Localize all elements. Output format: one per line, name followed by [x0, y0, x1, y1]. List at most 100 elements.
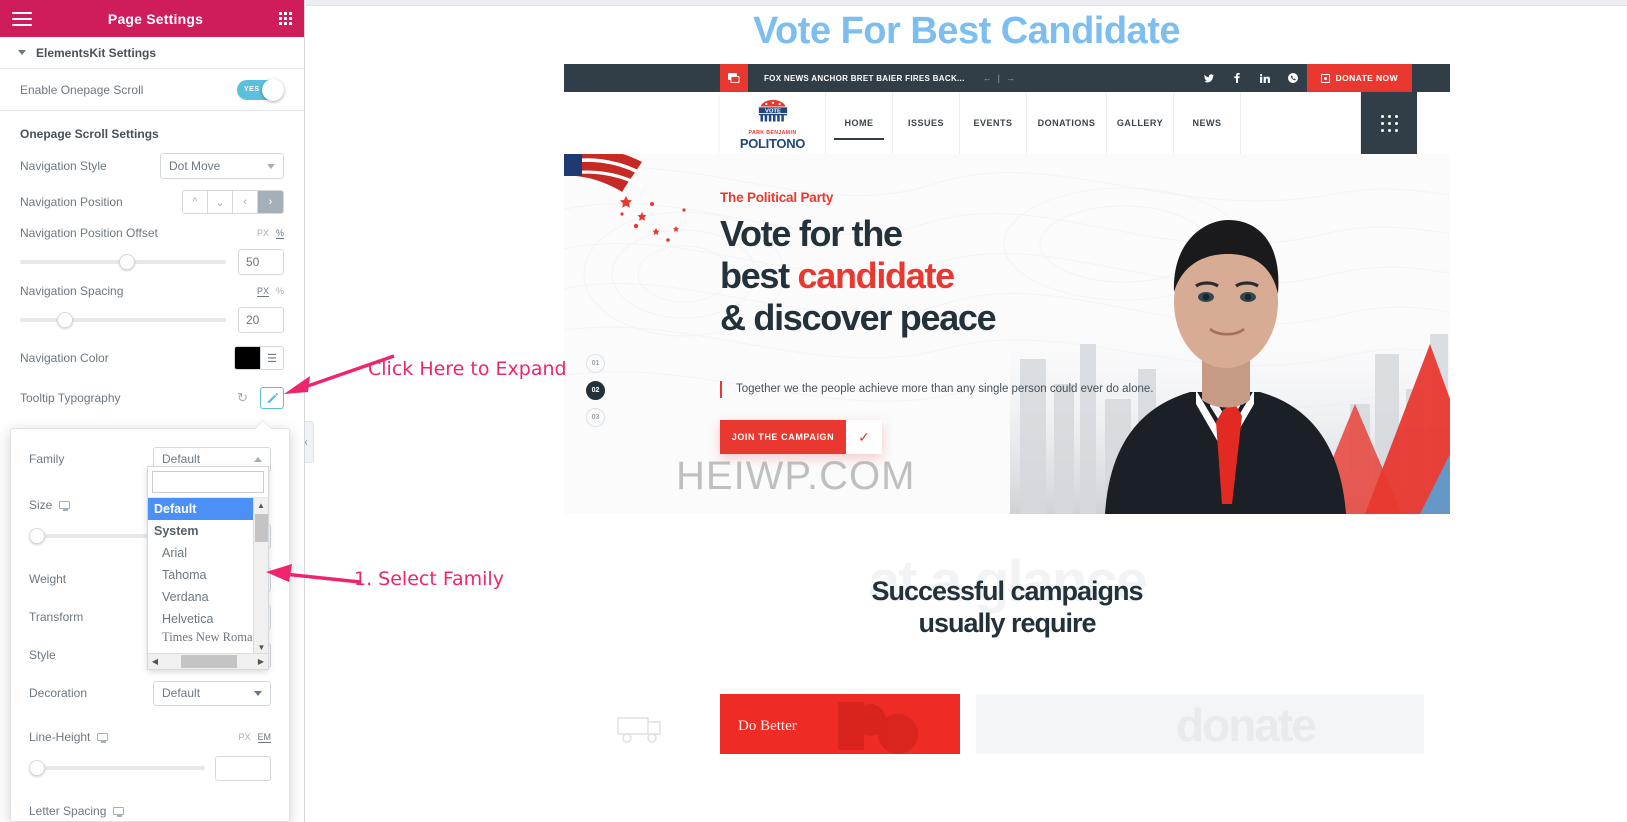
family-option-default[interactable]: Default: [148, 498, 268, 520]
hamburger-icon[interactable]: [12, 11, 32, 26]
nav-position-down-button[interactable]: ⌄: [208, 191, 233, 213]
decoration-value: Default: [162, 686, 201, 700]
nav-item-issues[interactable]: ISSUES: [893, 92, 960, 154]
glance-heading-line1: Successful campaigns: [871, 576, 1143, 606]
nav-position-right-button[interactable]: ›: [258, 191, 283, 213]
whatsapp-icon[interactable]: [1279, 64, 1307, 92]
news-chat-icon: [720, 64, 748, 92]
nav-item-donations[interactable]: DONATIONS: [1027, 92, 1107, 154]
campaign-card-gray[interactable]: donate: [976, 694, 1424, 754]
nav-position-left-button[interactable]: ‹: [233, 191, 258, 213]
slider-dot-01[interactable]: 01: [586, 354, 605, 373]
desktop-icon[interactable]: [97, 733, 109, 743]
section-elementskit-settings[interactable]: ElementsKit Settings: [0, 37, 304, 69]
transform-label: Transform: [29, 610, 84, 624]
line-height-label-text: Line-Height: [29, 730, 91, 744]
facebook-icon[interactable]: [1223, 64, 1251, 92]
row-decoration: Decoration Default: [11, 677, 289, 709]
scrollbar-thumb[interactable]: [255, 514, 268, 542]
color-swatch[interactable]: [234, 346, 260, 370]
size-label-text: Size: [29, 498, 53, 512]
chevron-down-icon: [18, 50, 26, 55]
nav-spacer: [1241, 92, 1361, 154]
scroll-up-icon[interactable]: ▲: [254, 498, 268, 512]
toggle-yes-label: YES: [244, 86, 260, 93]
desktop-icon[interactable]: [59, 501, 71, 511]
site-logo[interactable]: VOTE PARK BENJAMIN POLITONO: [720, 92, 826, 154]
unit-px[interactable]: PX: [238, 732, 250, 743]
slider-dot-02[interactable]: 02: [586, 381, 605, 400]
slider-knob[interactable]: [29, 760, 45, 776]
hero-lead: Together we the people achieve more than…: [720, 381, 1153, 398]
line-height-input[interactable]: [215, 755, 271, 781]
reset-icon[interactable]: ↻: [237, 390, 248, 406]
svg-text:VOTE: VOTE: [765, 109, 781, 115]
line-height-slider[interactable]: [29, 760, 205, 776]
hero-heading: Vote for the best candidate & discover p…: [720, 213, 1153, 339]
nav-item-gallery[interactable]: GALLERY: [1107, 92, 1174, 154]
decoration-select[interactable]: Default: [153, 680, 271, 706]
onepage-scroll-settings-title: Onepage Scroll Settings: [20, 127, 159, 141]
decoration-label: Decoration: [29, 686, 88, 700]
announcement-prev[interactable]: ←: [983, 73, 994, 83]
chevron-down-icon: [267, 163, 275, 169]
scroll-right-icon[interactable]: ▶: [254, 657, 268, 666]
vote-emblem-icon: VOTE: [758, 100, 787, 122]
family-search-input[interactable]: [152, 471, 264, 493]
usa-flag-icon: [564, 154, 686, 242]
hero-eyebrow: The Political Party: [720, 190, 834, 205]
nav-item-news[interactable]: NEWS: [1174, 92, 1241, 154]
hero-slider-dots: 01 02 03: [586, 354, 605, 435]
slider-dot-03[interactable]: 03: [586, 408, 605, 427]
family-option-helvetica[interactable]: Helvetica: [148, 608, 268, 630]
desktop-icon[interactable]: [113, 807, 125, 817]
weight-label: Weight: [29, 572, 67, 586]
family-list-horizontal-scrollbar[interactable]: ◀ ▶: [148, 653, 268, 669]
navigation-spacing-slider[interactable]: [20, 312, 226, 328]
enable-onepage-scroll-toggle[interactable]: YES: [237, 78, 284, 101]
navigation-position-offset-input[interactable]: 50: [238, 249, 284, 275]
linkedin-icon[interactable]: [1251, 64, 1279, 92]
letter-spacing-label-text: Letter Spacing: [29, 804, 107, 818]
family-option-verdana[interactable]: Verdana: [148, 586, 268, 608]
row-navigation-style: Navigation Style Dot Move: [0, 149, 304, 183]
card-ghost-text: donate: [1176, 699, 1317, 751]
unit-percent[interactable]: %: [275, 228, 284, 239]
annotation-arrow-select-family: [266, 564, 361, 584]
family-option-tahoma[interactable]: Tahoma: [148, 564, 268, 586]
canvas-top-strip: [306, 0, 1627, 6]
unit-em[interactable]: EM: [257, 732, 271, 743]
grid-dots-icon: [1380, 114, 1398, 132]
announcement-next[interactable]: →: [1006, 73, 1017, 83]
family-option-arial[interactable]: Arial: [148, 542, 268, 564]
family-option-times-new-roman[interactable]: Times New Roman: [148, 630, 268, 653]
nav-item-home[interactable]: HOME: [826, 92, 893, 154]
unit-percent[interactable]: %: [276, 286, 284, 297]
nav-grid-menu-button[interactable]: [1361, 92, 1417, 154]
nav-position-up-button[interactable]: ^: [183, 191, 208, 213]
navigation-position-offset-slider[interactable]: [20, 254, 226, 270]
join-campaign-button[interactable]: JOIN THE CAMPAIGN ✓: [720, 420, 882, 454]
donate-now-label: DONATE NOW: [1335, 73, 1398, 83]
unit-px[interactable]: PX: [257, 228, 269, 239]
scroll-left-icon[interactable]: ◀: [148, 657, 162, 666]
slider-knob[interactable]: [57, 312, 74, 328]
toggle-knob: [262, 78, 284, 101]
campaign-card-red[interactable]: Do Better: [720, 694, 960, 754]
hero-section: 01 02 03 The Political Party Vote for th…: [564, 154, 1450, 514]
grid-apps-icon[interactable]: [279, 12, 292, 25]
navigation-style-select[interactable]: Dot Move: [160, 153, 284, 179]
unit-px[interactable]: PX: [256, 286, 269, 297]
donate-now-button[interactable]: DONATE NOW: [1306, 64, 1412, 92]
scrollbar-thumb[interactable]: [181, 655, 237, 668]
svg-text:Do Better: Do Better: [738, 718, 797, 734]
slider-knob[interactable]: [29, 528, 45, 544]
twitter-icon[interactable]: [1195, 64, 1223, 92]
slider-knob[interactable]: [118, 254, 135, 270]
nav-item-events[interactable]: EVENTS: [960, 92, 1027, 154]
navigation-spacing-input[interactable]: 20: [238, 307, 284, 333]
scroll-down-icon[interactable]: ▼: [254, 640, 268, 653]
chevron-up-icon: [254, 456, 262, 462]
row-tooltip-typography: Tooltip Typography ↻: [0, 379, 304, 417]
navigation-position-offset-units: PX %: [257, 228, 284, 239]
